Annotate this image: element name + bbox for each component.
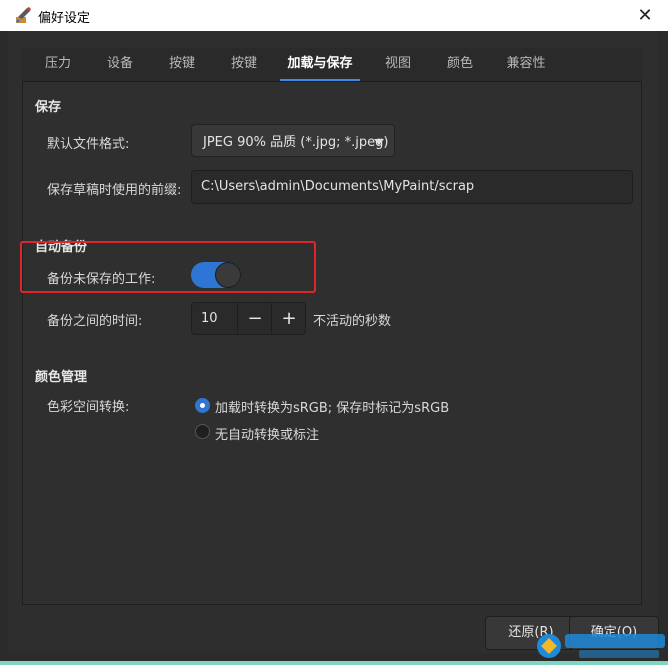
radio-convert-srgb[interactable]: [195, 398, 210, 413]
tab-load-save[interactable]: 加载与保存: [280, 48, 360, 81]
tab-buttons[interactable]: 按键: [160, 48, 204, 81]
scrap-prefix-label: 保存草稿时使用的前缀:: [47, 183, 182, 198]
backup-interval-label: 备份之间的时间:: [47, 314, 143, 329]
colorspace-conversion-label: 色彩空间转换:: [47, 400, 130, 415]
highlight-annotation: [20, 241, 316, 293]
default-format-dropdown[interactable]: JPEG 90% 品质 (*.jpg; *.jpeg): [191, 124, 395, 157]
interval-suffix-label: 不活动的秒数: [313, 314, 392, 329]
scrap-prefix-input[interactable]: C:\Users\admin\Documents\MyPaint/scrap: [191, 170, 633, 204]
title-bar: 偏好设定 ✕: [0, 0, 668, 31]
tab-keys[interactable]: 按键: [222, 48, 266, 81]
save-section-title: 保存: [35, 100, 62, 115]
backup-interval-spinner: 10 − +: [191, 302, 306, 335]
decrement-button[interactable]: −: [237, 303, 272, 334]
preferences-window: 偏好设定 ✕ 压力 设备 按键 按键 加载与保存 视图 颜色 兼容性 保存 默认…: [0, 0, 668, 661]
default-format-value: JPEG 90% 品质 (*.jpg; *.jpeg): [203, 135, 389, 150]
convert-srgb-label[interactable]: 加载时转换为sRGB; 保存时标记为sRGB: [215, 397, 449, 416]
tab-devices[interactable]: 设备: [98, 48, 142, 81]
tab-compatibility[interactable]: 兼容性: [500, 48, 552, 81]
color-management-section-title: 颜色管理: [35, 370, 88, 385]
increment-button[interactable]: +: [271, 303, 306, 334]
default-format-label: 默认文件格式:: [47, 137, 130, 152]
tab-view[interactable]: 视图: [376, 48, 420, 81]
mypaint-app-icon: [14, 7, 32, 25]
no-conversion-label[interactable]: 无自动转换或标注: [215, 424, 319, 443]
tab-color[interactable]: 颜色: [438, 48, 482, 81]
window-title: 偏好设定: [38, 11, 91, 26]
watermark-logo: [535, 630, 668, 661]
tab-pressure[interactable]: 压力: [36, 48, 80, 81]
radio-no-conversion[interactable]: [195, 424, 210, 439]
close-icon[interactable]: ✕: [632, 3, 658, 27]
tab-bar: 压力 设备 按键 按键 加载与保存 视图 颜色 兼容性: [22, 48, 642, 82]
chevron-down-icon: [374, 139, 384, 145]
backup-interval-value[interactable]: 10: [201, 303, 218, 334]
